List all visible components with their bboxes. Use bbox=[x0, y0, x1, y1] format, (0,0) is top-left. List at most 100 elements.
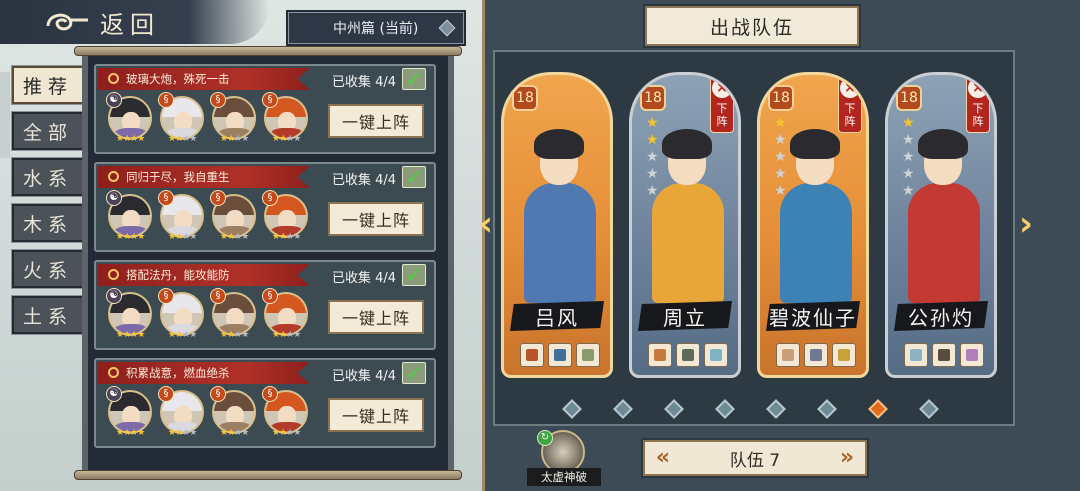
magnifier-icon[interactable] bbox=[108, 269, 119, 280]
lineup-title: 玻璃大炮，殊死一击 bbox=[126, 72, 230, 86]
equipment-icon bbox=[810, 349, 822, 361]
lineup-title-ribbon: 积累战意，燃血绝杀 bbox=[98, 362, 310, 384]
equipment-icon bbox=[966, 349, 978, 361]
page-dot[interactable] bbox=[715, 399, 735, 419]
diamond-icon bbox=[438, 19, 456, 37]
chapter-label: 中州篇 (当前) bbox=[333, 21, 419, 37]
equipment-slot[interactable] bbox=[804, 343, 828, 367]
page-dot[interactable] bbox=[817, 399, 837, 419]
character-part bbox=[534, 129, 584, 159]
level-badge: 18 bbox=[512, 85, 538, 111]
page-dot[interactable] bbox=[562, 399, 582, 419]
yin-yang-element-icon: ☯ bbox=[106, 190, 122, 206]
equipment-icon bbox=[938, 349, 950, 361]
team-next-icon[interactable]: » bbox=[833, 444, 861, 472]
lineup-title-ribbon: 同归于尽，我自重生 bbox=[98, 166, 310, 188]
tab-water[interactable]: 水系 bbox=[11, 157, 85, 197]
tab-all[interactable]: 全部 bbox=[11, 111, 85, 151]
hero-stars: ★★★★ bbox=[168, 134, 197, 144]
back-button[interactable]: 返回 bbox=[0, 0, 270, 44]
equipment-slot[interactable] bbox=[520, 343, 544, 367]
team-member-card[interactable]: 18 吕风 bbox=[501, 72, 613, 378]
level-badge: 18 bbox=[768, 85, 794, 111]
lineup-row: 积累战意，燃血绝杀 已收集 4/4 ✓ ☯ ★★★★ § ★★★★ § ★★★★ § ★★★★ 一键上… bbox=[94, 358, 436, 448]
star-icon: ★ bbox=[293, 428, 301, 438]
team-member-card[interactable]: 18 × 下阵 ★ ★ ★ ★ ★ 碧波仙子 bbox=[757, 72, 869, 378]
team-skill[interactable]: ↻ 太虚神破 bbox=[527, 428, 601, 486]
lineup-title-ribbon: 玻璃大炮，殊死一击 bbox=[98, 68, 310, 90]
lineup-title: 同归于尽，我自重生 bbox=[126, 170, 230, 184]
level-badge: 18 bbox=[896, 85, 922, 111]
magnifier-icon[interactable] bbox=[108, 367, 119, 378]
page-dot[interactable] bbox=[766, 399, 786, 419]
checkmark-icon: ✓ bbox=[402, 68, 426, 90]
collected-count: 已收集 4/4 bbox=[332, 173, 397, 188]
equipment-icon bbox=[838, 349, 850, 361]
fire-element-icon: § bbox=[262, 190, 278, 206]
equipment-slot[interactable] bbox=[960, 343, 984, 367]
team-prev-icon[interactable]: « bbox=[649, 444, 677, 472]
equipment-icon bbox=[554, 349, 566, 361]
magnifier-icon[interactable] bbox=[108, 73, 119, 84]
tab-rail bbox=[0, 72, 10, 158]
equipment-slot[interactable] bbox=[932, 343, 956, 367]
star-icon: ★ bbox=[241, 428, 249, 438]
equipment-icon bbox=[682, 349, 694, 361]
next-arrow-icon[interactable]: › bbox=[1015, 206, 1037, 242]
star-icon: ★ bbox=[137, 330, 145, 340]
team-member-card[interactable]: 18 × 下阵 ★ ★ ★ ★ ★ 周立 bbox=[629, 72, 741, 378]
page-dot[interactable] bbox=[868, 399, 888, 419]
one-click-deploy-button[interactable]: 一键上阵 bbox=[328, 104, 424, 138]
magnifier-icon[interactable] bbox=[108, 171, 119, 182]
character-name: 碧波仙子 bbox=[766, 301, 860, 331]
team-member-card[interactable]: 18 × 下阵 ★ ★ ★ ★ ★ 公孙灼 bbox=[885, 72, 997, 378]
one-click-deploy-button[interactable]: 一键上阵 bbox=[328, 202, 424, 236]
star-icon: ★ bbox=[241, 330, 249, 340]
page-dot[interactable] bbox=[919, 399, 939, 419]
lineup-row: 搭配法丹，能攻能防 已收集 4/4 ✓ ☯ ★★★★ § ★★★★ § ★★★★ § ★★★★ 一键上… bbox=[94, 260, 436, 350]
equipment-slot[interactable] bbox=[704, 343, 728, 367]
tab-recommended[interactable]: 推荐 bbox=[11, 65, 85, 105]
character-part bbox=[908, 183, 980, 303]
collected-count: 已收集 4/4 bbox=[332, 369, 397, 384]
team-title-text: 出战队伍 bbox=[709, 16, 794, 39]
star-icon: ★ bbox=[137, 232, 145, 242]
tab-label: 木系 bbox=[22, 213, 73, 236]
hero-stars: ★★★★ bbox=[168, 330, 197, 340]
tab-label: 推荐 bbox=[22, 75, 73, 98]
team-label: 队伍 7 bbox=[729, 450, 781, 471]
hero-stars: ★★★★ bbox=[116, 428, 145, 438]
tab-wood[interactable]: 木系 bbox=[11, 203, 85, 243]
one-click-deploy-button[interactable]: 一键上阵 bbox=[328, 398, 424, 432]
hero-stars: ★★★★ bbox=[220, 134, 249, 144]
star-icon: ★ bbox=[137, 428, 145, 438]
hero-stars: ★★★★ bbox=[168, 428, 197, 438]
tab-label: 土系 bbox=[22, 305, 73, 328]
equipment-slot[interactable] bbox=[832, 343, 856, 367]
prev-arrow-icon[interactable]: ‹ bbox=[475, 206, 497, 242]
scroll-rod-top bbox=[74, 46, 462, 56]
equipment-slot[interactable] bbox=[576, 343, 600, 367]
lineup-title: 积累战意，燃血绝杀 bbox=[126, 366, 230, 380]
star-icon: ★ bbox=[189, 428, 197, 438]
tab-label: 火系 bbox=[22, 259, 73, 282]
one-click-deploy-button[interactable]: 一键上阵 bbox=[328, 300, 424, 334]
chapter-selector[interactable]: 中州篇 (当前) bbox=[286, 10, 466, 46]
character-part bbox=[918, 129, 968, 159]
lineup-row: 玻璃大炮，殊死一击 已收集 4/4 ✓ ☯ ★★★★ § ★★★★ § ★★★★ § ★★★★ 一键上… bbox=[94, 64, 436, 154]
tab-earth[interactable]: 土系 bbox=[11, 295, 85, 335]
equipment-slot[interactable] bbox=[904, 343, 928, 367]
equipment-slot[interactable] bbox=[548, 343, 572, 367]
star-icon: ★ bbox=[137, 134, 145, 144]
page-dot[interactable] bbox=[613, 399, 633, 419]
page-dot[interactable] bbox=[664, 399, 684, 419]
equipment-slot[interactable] bbox=[676, 343, 700, 367]
equipment-slot[interactable] bbox=[648, 343, 672, 367]
hero-stars: ★★★★ bbox=[272, 428, 301, 438]
character-part bbox=[652, 183, 724, 303]
tab-fire[interactable]: 火系 bbox=[11, 249, 85, 289]
lineup-title-ribbon: 搭配法丹，能攻能防 bbox=[98, 264, 310, 286]
character-part bbox=[524, 183, 596, 303]
hero-stars: ★★★★ bbox=[272, 330, 301, 340]
equipment-slot[interactable] bbox=[776, 343, 800, 367]
